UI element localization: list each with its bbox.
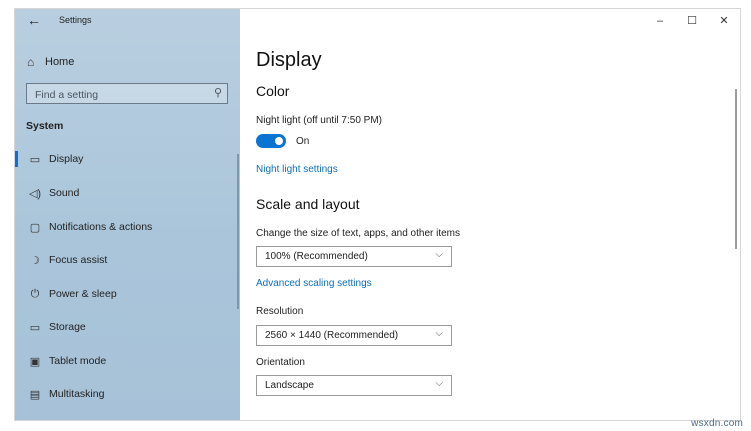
home-button[interactable]: ⌂ Home bbox=[27, 53, 74, 71]
power-icon: ⏻ bbox=[30, 287, 40, 300]
search-icon[interactable]: ⚲ bbox=[214, 86, 222, 99]
sidebar-item-label: Notifications & actions bbox=[49, 221, 153, 233]
notification-icon: ▢ bbox=[29, 221, 41, 234]
sidebar: ← Settings ⌂ Home ⚲ System ▭ Display ◁) … bbox=[15, 9, 240, 420]
sidebar-item-label: Tablet mode bbox=[49, 355, 107, 367]
speaker-icon: ◁) bbox=[28, 187, 42, 200]
night-light-label: Night light (off until 7:50 PM) bbox=[256, 115, 382, 126]
sidebar-item-label: Focus assist bbox=[49, 254, 108, 266]
toggle-knob bbox=[275, 137, 283, 145]
orientation-label: Orientation bbox=[256, 357, 305, 368]
moon-icon: ☽ bbox=[30, 254, 40, 267]
sidebar-item-storage[interactable]: ▭ Storage bbox=[15, 314, 240, 340]
resolution-dropdown[interactable]: 2560 × 1440 (Recommended) ⌵ bbox=[256, 325, 452, 346]
chevron-down-icon: ⌵ bbox=[435, 328, 443, 339]
sidebar-item-focus-assist[interactable]: ☽ Focus assist bbox=[15, 247, 240, 273]
section-heading-system: System bbox=[26, 120, 64, 132]
resolution-label: Resolution bbox=[256, 306, 304, 317]
chevron-down-icon: ⌵ bbox=[435, 378, 443, 389]
home-label: Home bbox=[45, 56, 75, 68]
sidebar-item-sound[interactable]: ◁) Sound bbox=[15, 180, 240, 206]
sidebar-scrollbar[interactable] bbox=[237, 154, 239, 309]
night-light-toggle[interactable] bbox=[256, 134, 286, 148]
scale-layout-heading: Scale and layout bbox=[256, 196, 360, 212]
resolution-value: 2560 × 1440 (Recommended) bbox=[265, 330, 399, 341]
minimize-button[interactable]: – bbox=[644, 9, 676, 33]
night-light-settings-link[interactable]: Night light settings bbox=[256, 164, 338, 175]
sidebar-item-label: Multitasking bbox=[49, 388, 105, 400]
settings-window: ← Settings ⌂ Home ⚲ System ▭ Display ◁) … bbox=[14, 8, 741, 421]
night-light-state: On bbox=[296, 136, 310, 147]
maximize-button[interactable]: ☐ bbox=[676, 9, 708, 33]
multitasking-icon: ▤ bbox=[29, 388, 41, 401]
sidebar-item-label: Storage bbox=[49, 321, 86, 333]
orientation-value: Landscape bbox=[265, 380, 314, 391]
window-title: Settings bbox=[59, 15, 92, 25]
color-heading: Color bbox=[256, 83, 290, 99]
selection-indicator bbox=[15, 151, 18, 167]
sidebar-item-tablet-mode[interactable]: ▣ Tablet mode bbox=[15, 348, 240, 374]
chevron-down-icon: ⌵ bbox=[435, 249, 443, 260]
window-controls: – ☐ ✕ bbox=[644, 9, 740, 33]
sidebar-item-multitasking[interactable]: ▤ Multitasking bbox=[15, 381, 240, 407]
watermark: wsxdn.com bbox=[691, 418, 743, 429]
sidebar-item-display[interactable]: ▭ Display bbox=[15, 146, 240, 172]
scale-dropdown[interactable]: 100% (Recommended) ⌵ bbox=[256, 246, 452, 267]
tablet-icon: ▣ bbox=[29, 355, 41, 368]
sidebar-item-power-sleep[interactable]: ⏻ Power & sleep bbox=[15, 281, 240, 307]
scale-value: 100% (Recommended) bbox=[265, 251, 368, 262]
storage-icon: ▭ bbox=[29, 321, 41, 334]
close-button[interactable]: ✕ bbox=[708, 9, 740, 33]
advanced-scaling-link[interactable]: Advanced scaling settings bbox=[256, 278, 372, 289]
sidebar-item-label: Power & sleep bbox=[49, 288, 117, 300]
page-title: Display bbox=[256, 49, 322, 71]
main-content: – ☐ ✕ Display Color Night light (off unt… bbox=[240, 9, 740, 420]
sidebar-item-label: Display bbox=[49, 153, 84, 165]
back-arrow-icon[interactable]: ← bbox=[27, 12, 41, 28]
search-box[interactable]: ⚲ bbox=[26, 83, 228, 105]
monitor-icon: ▭ bbox=[29, 153, 41, 166]
search-input[interactable] bbox=[27, 84, 217, 105]
sidebar-item-notifications[interactable]: ▢ Notifications & actions bbox=[15, 214, 240, 240]
orientation-dropdown[interactable]: Landscape ⌵ bbox=[256, 375, 452, 396]
scale-label: Change the size of text, apps, and other… bbox=[256, 228, 461, 239]
sidebar-item-label: Sound bbox=[49, 187, 80, 199]
home-icon: ⌂ bbox=[27, 55, 35, 69]
content-scrollbar[interactable] bbox=[735, 89, 737, 249]
